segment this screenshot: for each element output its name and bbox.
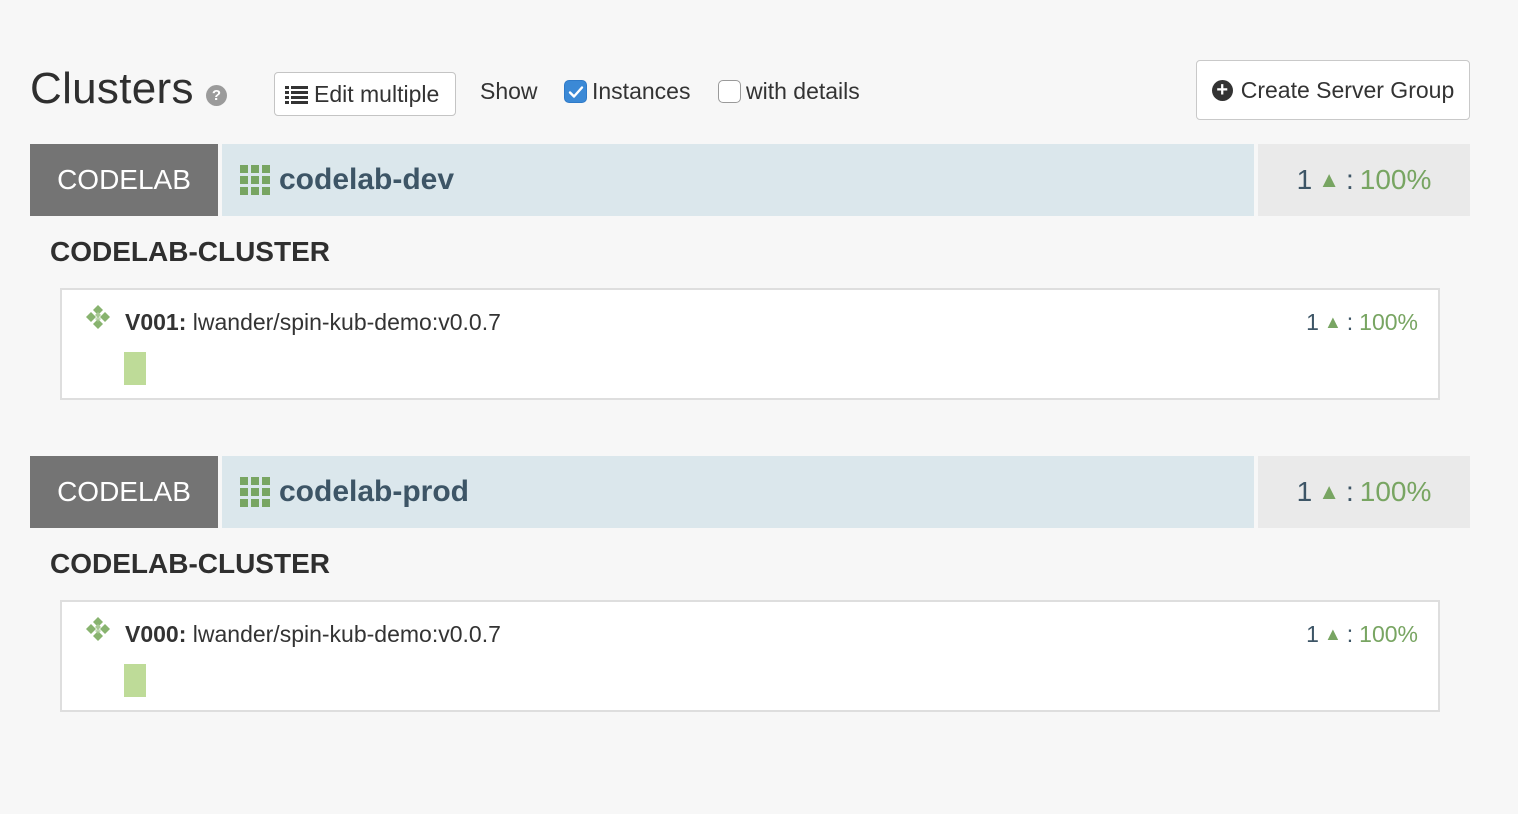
health-percent: 100%: [1359, 164, 1432, 195]
create-server-group-button[interactable]: + Create Server Group: [1196, 60, 1470, 120]
grid-icon: [240, 477, 270, 507]
server-group-image: lwander/spin-kub-demo:v0.0.7: [192, 621, 501, 647]
server-group-card[interactable]: V000: lwander/spin-kub-demo:v0.0.7 1 ▲ :…: [60, 600, 1440, 712]
grid-icon: [240, 165, 270, 195]
list-icon: [285, 84, 308, 104]
group-health-summary: 1 ▲ : 100%: [1258, 144, 1470, 216]
health-count: 1: [1306, 621, 1319, 647]
plus-circle-icon: +: [1211, 79, 1233, 101]
server-group-title: V000: lwander/spin-kub-demo:v0.0.7: [125, 621, 501, 648]
health-separator: :: [1346, 621, 1354, 647]
up-arrow-icon: ▲: [1318, 479, 1340, 504]
app-header-bar[interactable]: codelab-dev: [222, 144, 1254, 216]
cluster-name: CODELAB-CLUSTER: [50, 236, 330, 267]
page-header: Clusters ? Edit multiple Show Instances: [30, 60, 1470, 120]
instances-toggle[interactable]: Instances: [564, 78, 690, 105]
health-separator: :: [1345, 164, 1354, 195]
cluster-group-dev: CODELAB codelab-dev 1 ▲ : 100% CODELAB-C…: [30, 144, 1470, 400]
show-label: Show: [480, 78, 538, 104]
with-details-label: with details: [746, 78, 860, 104]
health-count: 1: [1296, 476, 1313, 507]
server-group-health: 1 ▲ : 100%: [1306, 309, 1418, 336]
instances-checkbox[interactable]: [564, 80, 587, 103]
health-count: 1: [1306, 309, 1319, 335]
cube-stack-icon: [84, 616, 112, 644]
health-separator: :: [1346, 309, 1354, 335]
server-group-version: V001:: [125, 309, 187, 335]
with-details-toggle[interactable]: with details: [718, 78, 860, 105]
server-group-card[interactable]: V001: lwander/spin-kub-demo:v0.0.7 1 ▲ :…: [60, 288, 1440, 400]
page-title: Clusters: [30, 64, 194, 113]
server-group-image: lwander/spin-kub-demo:v0.0.7: [192, 309, 501, 335]
cube-stack-icon: [84, 304, 112, 332]
server-group-title: V001: lwander/spin-kub-demo:v0.0.7: [125, 309, 501, 336]
instance-block[interactable]: [124, 664, 146, 697]
up-arrow-icon: ▲: [1318, 167, 1340, 192]
create-server-group-label: Create Server Group: [1240, 76, 1455, 103]
cluster-group-prod: CODELAB codelab-prod 1 ▲ : 100% CODELAB-…: [30, 456, 1470, 712]
cluster-name: CODELAB-CLUSTER: [50, 548, 330, 579]
server-group-version: V000:: [125, 621, 187, 647]
server-group-health: 1 ▲ : 100%: [1306, 621, 1418, 648]
up-arrow-icon: ▲: [1323, 312, 1342, 332]
up-arrow-icon: ▲: [1323, 624, 1342, 644]
health-percent: 100%: [1359, 476, 1432, 507]
app-name[interactable]: codelab-dev: [279, 163, 454, 197]
account-tag[interactable]: CODELAB: [30, 456, 218, 528]
account-tag[interactable]: CODELAB: [30, 144, 218, 216]
edit-multiple-label: Edit multiple: [314, 80, 440, 107]
group-header: CODELAB codelab-dev 1 ▲ : 100%: [30, 144, 1470, 216]
app-header-bar[interactable]: codelab-prod: [222, 456, 1254, 528]
health-count: 1: [1296, 164, 1313, 195]
group-health-summary: 1 ▲ : 100%: [1258, 456, 1470, 528]
question-circle-icon[interactable]: ?: [206, 85, 227, 106]
with-details-checkbox[interactable]: [718, 80, 741, 103]
health-percent: 100%: [1359, 621, 1418, 647]
health-separator: :: [1345, 476, 1354, 507]
group-header: CODELAB codelab-prod 1 ▲ : 100%: [30, 456, 1470, 528]
app-name[interactable]: codelab-prod: [279, 475, 469, 509]
health-percent: 100%: [1359, 309, 1418, 335]
instances-label: Instances: [592, 78, 691, 104]
edit-multiple-button[interactable]: Edit multiple: [274, 72, 456, 116]
instance-block[interactable]: [124, 352, 146, 385]
